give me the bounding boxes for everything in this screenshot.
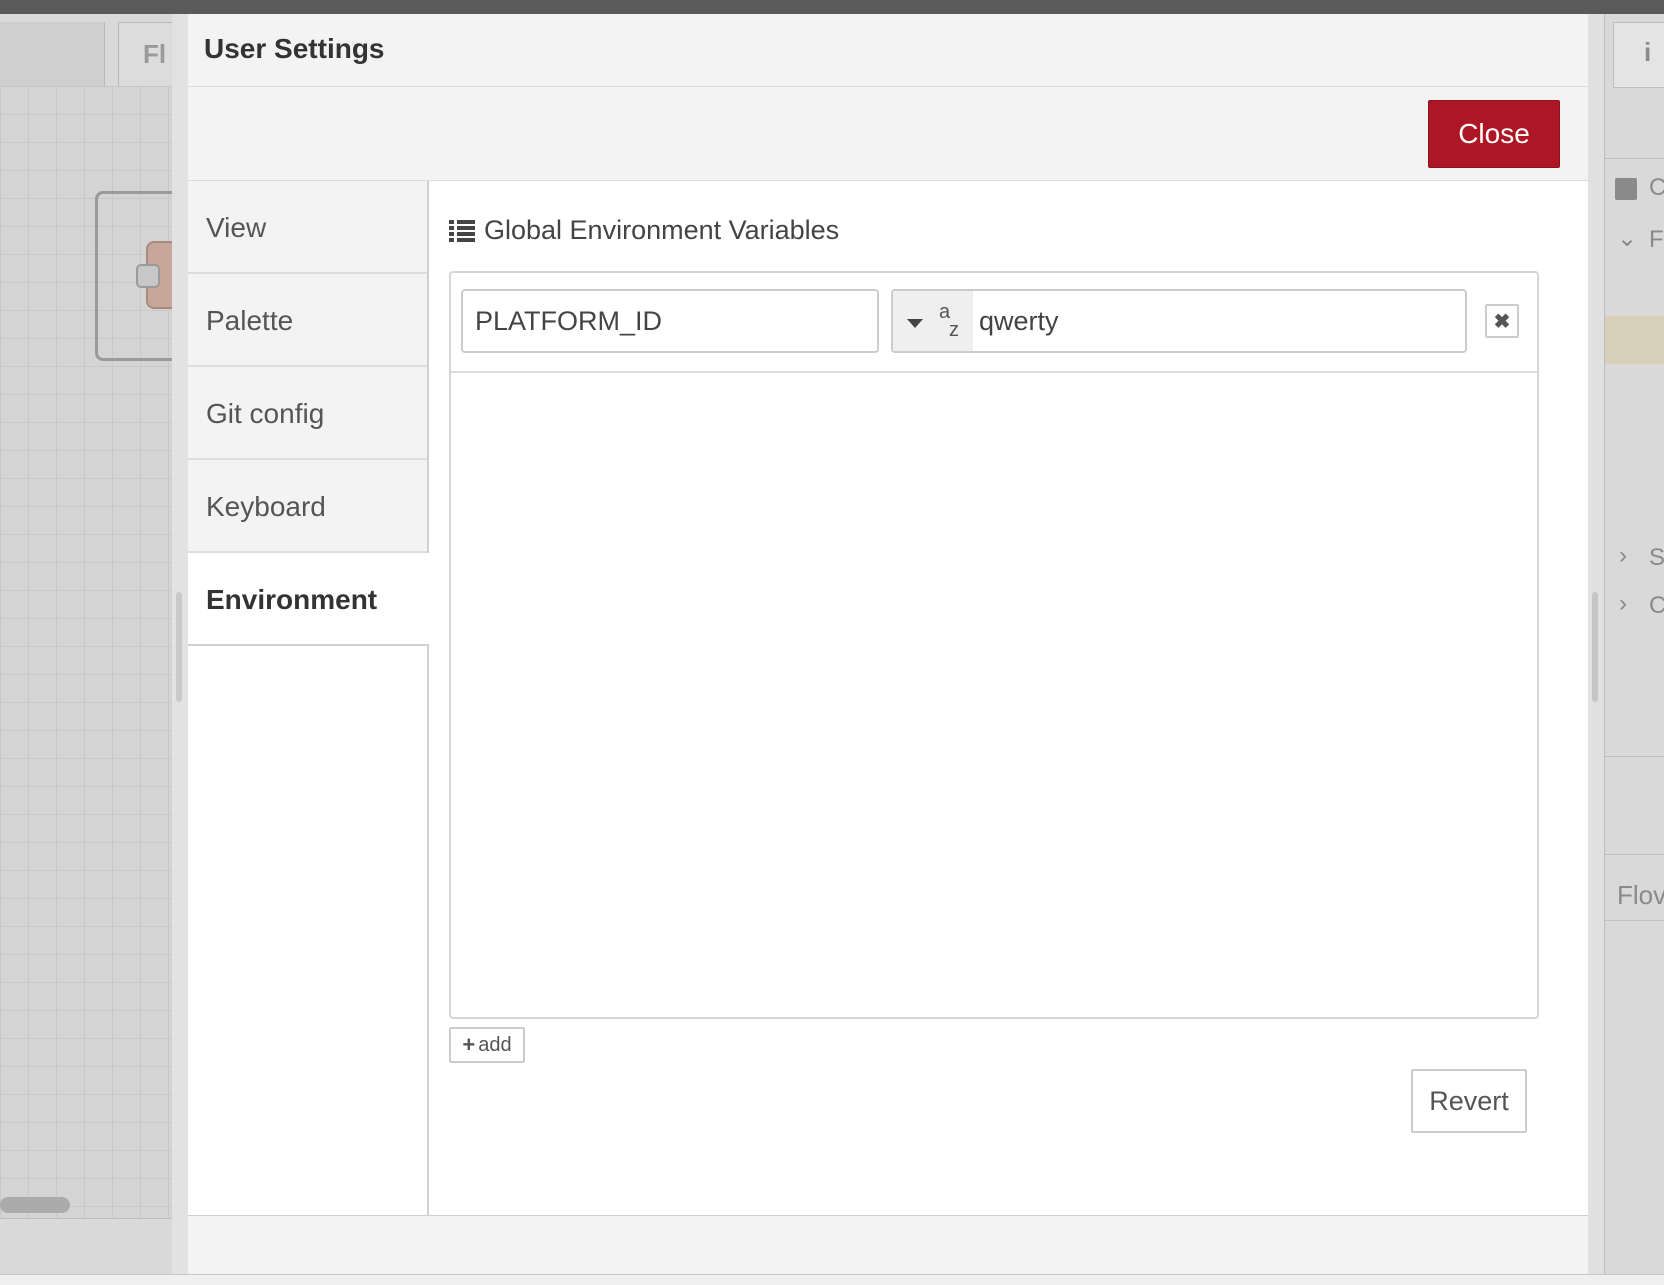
tab-environment[interactable]: Environment	[188, 553, 429, 646]
chevron-right-icon[interactable]: ›	[1619, 590, 1627, 618]
close-button[interactable]: Close	[1428, 100, 1560, 168]
type-icon-bottom: z	[949, 319, 959, 341]
caret-down-icon	[907, 319, 923, 328]
string-type-icon: a z	[939, 301, 965, 343]
list-icon	[449, 219, 475, 242]
environment-panel: Global Environment Variables a z	[429, 181, 1588, 1215]
workspace-tab-flow[interactable]: Fl	[118, 22, 174, 87]
sidebar-item-letter: S	[1649, 544, 1664, 571]
list-item: a z ✖	[451, 273, 1537, 373]
workspace-node-port[interactable]	[136, 264, 160, 288]
type-select-button[interactable]: a z	[893, 291, 974, 351]
add-button[interactable]: + add	[449, 1027, 525, 1063]
sidebar-highlight-row[interactable]	[1605, 316, 1664, 364]
remove-row-button[interactable]: ✖	[1485, 304, 1519, 338]
dialog-title-bar: User Settings	[188, 14, 1588, 87]
dialog-title: User Settings	[204, 33, 385, 64]
sidebar-item-letter: C	[1649, 592, 1664, 619]
section-title: Global Environment Variables	[449, 215, 839, 246]
top-bar	[0, 0, 1664, 14]
env-typed-input[interactable]: a z	[891, 289, 1467, 353]
tab-view[interactable]: View	[188, 181, 427, 274]
dialog-footer	[188, 1216, 1588, 1276]
env-name-input[interactable]	[461, 289, 879, 353]
chevron-right-icon[interactable]: ›	[1619, 542, 1627, 570]
dialog-toolbar: Close	[188, 87, 1588, 181]
workspace-footer	[0, 1218, 172, 1275]
sidebar-divider	[1605, 920, 1664, 921]
section-title-text: Global Environment Variables	[484, 215, 840, 245]
sidebar-divider	[1605, 756, 1664, 757]
tab-palette[interactable]: Palette	[188, 274, 427, 367]
workspace-tab-label: Fl	[143, 39, 167, 69]
plus-icon: +	[462, 1032, 476, 1057]
workspace-canvas[interactable]	[0, 86, 178, 1220]
right-sidebar: i C ⌄ F › S › C Flov	[1604, 14, 1664, 1274]
dialog-resize-grip[interactable]	[176, 592, 182, 702]
sidebar-divider	[1605, 854, 1664, 855]
archive-icon	[1615, 178, 1637, 200]
sidebar-divider	[1605, 158, 1664, 159]
workspace-tab-bar: Fl	[0, 14, 174, 87]
sidebar-item-letter: F	[1649, 226, 1664, 253]
sidebar-flow-label: Flov	[1617, 880, 1664, 910]
tab-git-config[interactable]: Git config	[188, 367, 427, 460]
settings-tabs: View Palette Git config Keyboard Environ…	[188, 181, 429, 1215]
revert-button[interactable]: Revert	[1411, 1069, 1527, 1133]
splitter-grip[interactable]	[1592, 592, 1598, 702]
user-settings-dialog: User Settings Close View Palette Git con…	[172, 14, 1588, 1276]
bottom-bar	[0, 1274, 1664, 1285]
env-value-input[interactable]	[973, 291, 1465, 351]
dialog-body: View Palette Git config Keyboard Environ…	[188, 181, 1588, 1216]
close-icon: ✖	[1493, 310, 1511, 333]
add-label: add	[478, 1033, 512, 1056]
env-variable-list[interactable]: a z ✖	[449, 271, 1539, 1019]
workspace-scrollbar[interactable]	[0, 1197, 70, 1213]
tab-keyboard[interactable]: Keyboard	[188, 460, 427, 553]
chevron-down-icon[interactable]: ⌄	[1617, 224, 1637, 253]
sidebar-splitter[interactable]	[1588, 14, 1604, 1274]
workspace-tab-blank[interactable]	[0, 22, 105, 86]
sidebar-info-tab[interactable]: i	[1613, 22, 1664, 88]
sidebar-item-letter: C	[1649, 174, 1664, 201]
info-icon: i	[1644, 37, 1652, 67]
